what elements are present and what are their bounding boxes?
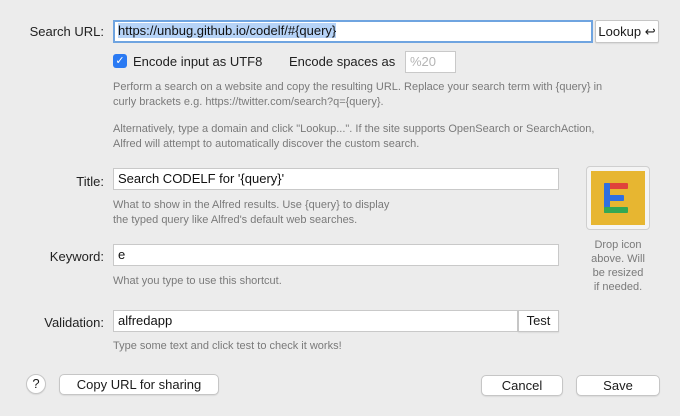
search-url-value: https://unbug.github.io/codelf/#{query} xyxy=(118,23,337,38)
lookup-help: Alternatively, type a domain and click "… xyxy=(113,122,673,152)
codelf-icon xyxy=(591,171,645,225)
search-url-label: Search URL: xyxy=(29,24,104,39)
keyword-value: e xyxy=(118,247,126,262)
keyword-label: Keyword: xyxy=(49,249,104,264)
lookup-help-line: Alfred will attempt to automatically dis… xyxy=(113,138,420,150)
checkmark-icon: ✓ xyxy=(115,55,125,67)
search-url-input[interactable]: https://unbug.github.io/codelf/#{query} xyxy=(113,20,593,43)
test-label: Test xyxy=(526,313,551,328)
help-button[interactable]: ? xyxy=(26,374,46,394)
icon-hint-line: above. Will xyxy=(591,253,645,265)
spaces-label: Encode spaces as xyxy=(289,54,396,69)
keyword-input[interactable]: e xyxy=(113,244,559,266)
save-button[interactable]: Save xyxy=(576,375,660,396)
validation-label: Validation: xyxy=(44,315,104,330)
icon-drop-well[interactable] xyxy=(586,166,650,230)
help-label: ? xyxy=(32,376,40,391)
validation-value: alfredapp xyxy=(118,313,173,328)
utf8-label: Encode input as UTF8 xyxy=(133,54,263,69)
utf8-checkbox[interactable]: ✓ xyxy=(113,54,127,68)
icon-green-bar xyxy=(604,207,628,213)
validation-input[interactable]: alfredapp xyxy=(113,310,518,332)
validation-help: Type some text and click test to check i… xyxy=(113,340,342,352)
title-help-line: What to show in the Alfred results. Use … xyxy=(113,199,390,211)
icon-hint: Drop icon above. Will be resized if need… xyxy=(574,238,662,294)
title-label: Title: xyxy=(76,174,104,189)
copy-url-button[interactable]: Copy URL for sharing xyxy=(59,374,219,395)
cancel-label: Cancel xyxy=(501,378,543,393)
test-button[interactable]: Test xyxy=(518,310,559,332)
copy-url-label: Copy URL for sharing xyxy=(76,377,202,392)
search-help-line: curly brackets e.g. https://twitter.com/… xyxy=(113,96,384,108)
lookup-help-line: Alternatively, type a domain and click "… xyxy=(113,123,595,135)
search-help-line: Perform a search on a website and copy t… xyxy=(113,81,603,93)
icon-blue-mid-bar xyxy=(604,195,624,201)
title-help-line: the typed query like Alfred's default we… xyxy=(113,214,358,226)
lookup-button[interactable]: Lookup ↩ xyxy=(595,20,659,43)
title-input[interactable]: Search CODELF for '{query}' xyxy=(113,168,559,190)
title-value: Search CODELF for '{query}' xyxy=(118,171,285,186)
title-help: What to show in the Alfred results. Use … xyxy=(113,198,553,228)
icon-hint-line: Drop icon xyxy=(594,239,642,251)
keyword-help: What you type to use this shortcut. xyxy=(113,275,282,287)
spaces-placeholder: %20 xyxy=(410,54,437,69)
icon-hint-line: if needed. xyxy=(593,281,643,293)
return-icon: ↩ xyxy=(644,24,656,39)
lookup-label: Lookup xyxy=(598,24,642,39)
search-help: Perform a search on a website and copy t… xyxy=(113,80,673,110)
cancel-button[interactable]: Cancel xyxy=(481,375,563,396)
spaces-input[interactable]: %20 xyxy=(405,51,456,73)
icon-hint-line: be resized xyxy=(592,267,644,279)
save-label: Save xyxy=(603,378,633,393)
